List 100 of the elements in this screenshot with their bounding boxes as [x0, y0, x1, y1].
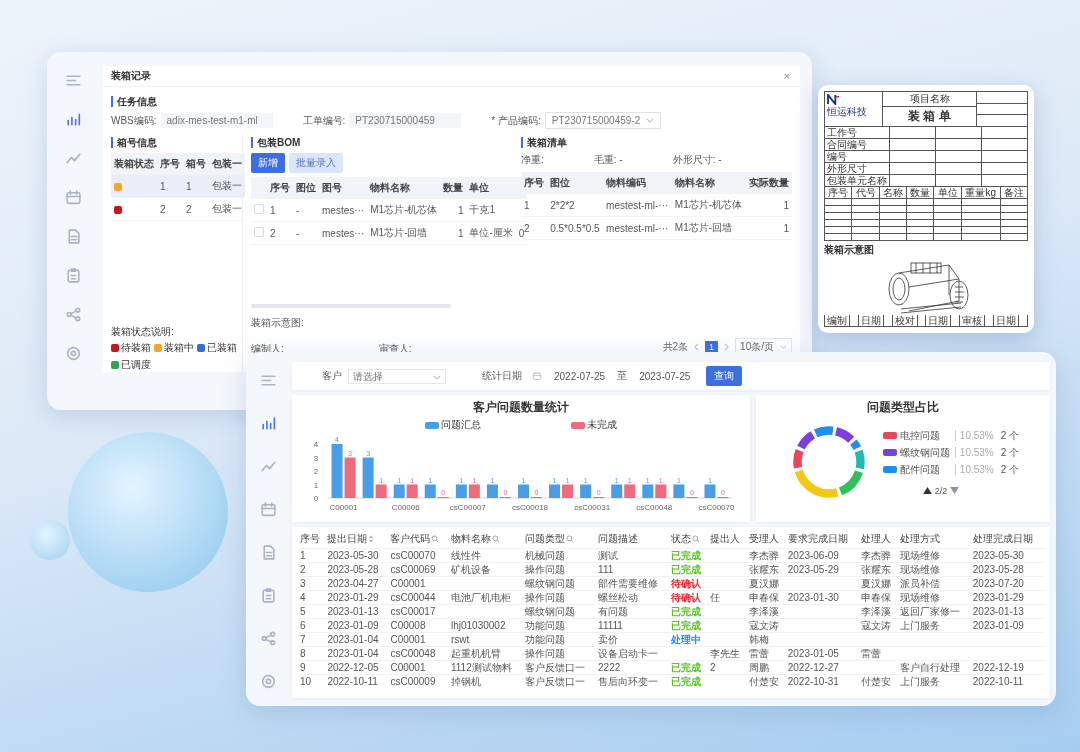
triangle-down-icon[interactable] [950, 487, 960, 494]
column-header: 要求完成日期 [785, 530, 859, 549]
legend-count: 2 个 [1000, 428, 1020, 443]
bar-chart-icon[interactable] [64, 111, 82, 128]
customer-select[interactable]: 请选择 [348, 368, 446, 384]
table-cell: 起重机机臂 [450, 648, 501, 659]
table-cell: 李杰骅 [860, 550, 891, 561]
legend-label: 已装箱 [207, 341, 237, 355]
legend-label: 待装箱 [121, 341, 151, 355]
table-cell: 2023-01-04 [327, 648, 379, 659]
column-header: 物料编码 [603, 172, 672, 194]
table-row[interactable]: 1 1 包装一 [111, 175, 245, 198]
settings-icon[interactable] [259, 673, 277, 690]
legend-percent: 10.53% [954, 430, 998, 441]
calendar-icon [532, 371, 542, 381]
chevron-down-icon [646, 118, 655, 123]
column-header: 序号 [828, 187, 849, 198]
table-cell: 付楚安 [748, 676, 779, 687]
table-cell: 2023-01-13 [972, 606, 1024, 617]
search-icon[interactable] [692, 535, 701, 544]
table-cell: 1 [300, 550, 306, 561]
field-label: 日期 [860, 315, 881, 326]
column-header[interactable]: 状态 [669, 530, 708, 549]
table-cell: 申春保 [860, 592, 891, 603]
clipboard-icon[interactable] [64, 267, 82, 284]
chart-bar [624, 484, 636, 498]
table-cell: 1 [521, 194, 548, 217]
sort-icon[interactable] [368, 535, 375, 544]
column-header: 物料名称 [671, 172, 746, 194]
search-icon[interactable] [491, 535, 500, 544]
field-label: 编号 [827, 151, 847, 162]
table-row[interactable]: 2 2 包装一 [111, 197, 245, 221]
bar-chart-icon[interactable] [259, 415, 277, 432]
table-cell: 11111 [598, 620, 623, 631]
table-cell: C00001 [390, 578, 426, 589]
chevron-left-icon[interactable] [694, 343, 700, 351]
chevron-down-icon [433, 374, 441, 380]
calendar-icon[interactable] [64, 189, 82, 206]
input-field[interactable]: adix-mes-test-m1-ml [160, 113, 273, 128]
table-cell: 2022-10-31 [787, 676, 839, 687]
table-cell: 2023-01-09 [972, 620, 1024, 631]
column-header: 物料名称 [367, 177, 441, 199]
share-icon[interactable] [259, 630, 277, 647]
menu-icon[interactable] [259, 372, 277, 389]
table-cell: 2023-05-28 [327, 564, 379, 575]
total-count: 共2条 [662, 340, 689, 354]
table-cell: 2022-12-19 [972, 662, 1024, 673]
chevron-right-icon[interactable] [724, 343, 730, 351]
triangle-up-icon[interactable] [922, 487, 932, 494]
column-header[interactable]: 提出日期 [325, 530, 389, 549]
table-cell: 张耀东 [748, 564, 779, 575]
checkbox[interactable] [254, 227, 264, 237]
legend-percent: 10.53% [954, 464, 998, 475]
table-cell: 设备启动卡一 [598, 648, 659, 659]
column-header: 数量 [440, 177, 467, 199]
table-cell: 1 [183, 175, 209, 198]
table-cell: 5 [300, 606, 306, 617]
column-header: 受理人 [746, 530, 786, 549]
share-icon[interactable] [64, 306, 82, 323]
search-icon[interactable] [431, 535, 440, 544]
calendar-icon[interactable] [259, 501, 277, 518]
column-header[interactable]: 客户代码 [388, 530, 449, 549]
table-cell: 2023-05-30 [972, 550, 1024, 561]
section-heading: 箱号信息 [111, 137, 238, 148]
close-button[interactable]: × [781, 70, 792, 82]
field-label: 日期 [928, 315, 949, 326]
clipboard-icon[interactable] [259, 587, 277, 604]
date-range-field[interactable]: 2022-07-25 至 2023-07-25 [528, 368, 695, 384]
field-label: * 产品编码: [491, 113, 541, 128]
table-cell: 1 [457, 227, 464, 239]
column-header[interactable]: 问题类型 [522, 530, 597, 549]
table-cell: lhj01030002 [450, 620, 506, 631]
settings-icon[interactable] [64, 345, 82, 362]
column-header[interactable]: 物料名称 [448, 530, 523, 549]
search-icon[interactable] [565, 535, 574, 544]
field-label: 日期 [996, 315, 1017, 326]
column-header: 序号 [267, 177, 293, 199]
table-cell: 电池厂机电柜 [450, 592, 511, 603]
table-cell: 掉钢机 [450, 676, 481, 687]
input-field[interactable]: PT230715000459 [349, 113, 462, 128]
primary-button[interactable]: 新增 [251, 153, 285, 173]
table-cell: 111 [598, 564, 614, 575]
table-cell: M1芯片-机芯体 [671, 194, 746, 217]
table-cell: 2022-12-05 [327, 662, 379, 673]
column-header: 处理人 [858, 530, 898, 549]
checkbox[interactable] [254, 204, 264, 214]
query-button[interactable]: 查询 [706, 366, 743, 386]
select-field[interactable]: PT230715000459-2 [544, 112, 662, 129]
chart-bar [344, 457, 356, 498]
page-button[interactable]: 1 [705, 341, 719, 353]
chart-bar [562, 484, 574, 498]
table-cell: 6 [300, 620, 306, 631]
table-cell: 寇文涛 [860, 620, 891, 631]
column-header: 图号 [319, 177, 368, 199]
menu-icon[interactable] [64, 72, 82, 89]
table-cell: 2 [710, 662, 716, 673]
table-cell: csC00069 [390, 564, 436, 575]
chevron-down-icon [780, 345, 787, 349]
chart-bar [455, 484, 467, 498]
table-cell: 上门服务 [899, 620, 940, 631]
